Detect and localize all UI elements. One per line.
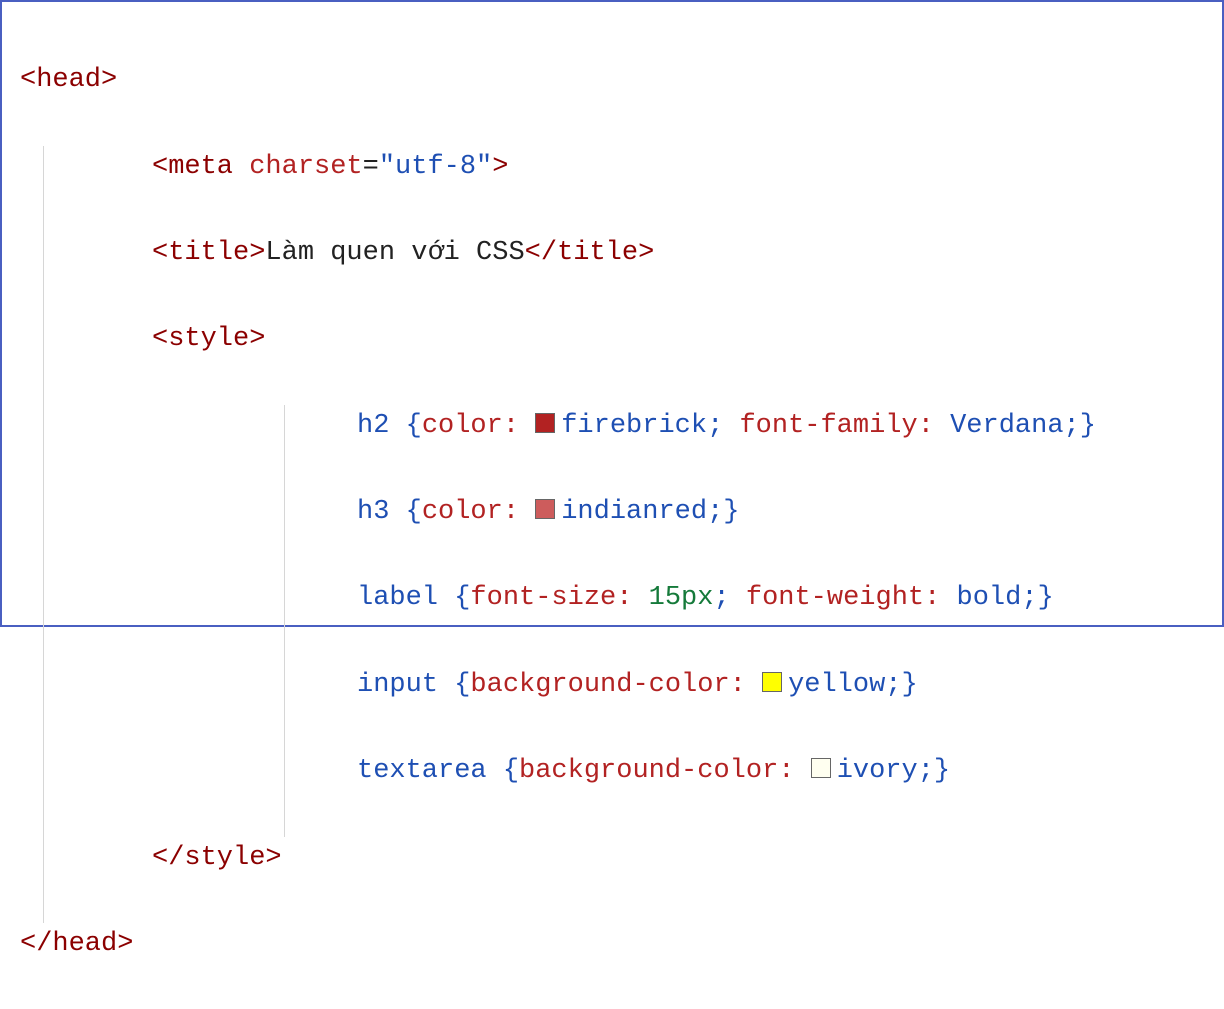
- bracket: >: [101, 65, 117, 95]
- color-swatch-icon: [811, 758, 831, 778]
- bracket: >: [117, 929, 133, 959]
- colon: :: [503, 497, 535, 527]
- css-value: firebrick: [561, 411, 707, 441]
- indent-block-1: <meta charset="utf-8"> <title>Làm quen v…: [43, 146, 1204, 923]
- brace: {: [406, 411, 422, 441]
- semicolon: ;: [1021, 583, 1037, 613]
- code-line-rule-h3: h3 {color: indianred;}: [285, 491, 1204, 534]
- colon: :: [918, 411, 950, 441]
- color-swatch-icon: [762, 672, 782, 692]
- css-selector: h2: [357, 411, 406, 441]
- tag-name: meta: [168, 152, 233, 182]
- colon: :: [924, 583, 956, 613]
- code-line-rule-h2: h2 {color: firebrick; font-family: Verda…: [285, 405, 1204, 448]
- bracket: >: [249, 238, 265, 268]
- code-line-style-open: <style>: [152, 318, 1204, 361]
- brace: {: [503, 756, 519, 786]
- colon: :: [730, 670, 762, 700]
- brace: }: [723, 497, 739, 527]
- tag-name: head: [36, 65, 101, 95]
- css-property: font-weight: [746, 583, 924, 613]
- brace: }: [902, 670, 918, 700]
- bracket: </: [152, 843, 184, 873]
- brace: {: [454, 670, 470, 700]
- space: [730, 583, 746, 613]
- code-line-style-close: </style>: [152, 837, 1204, 880]
- bracket: </: [20, 929, 52, 959]
- css-property: background-color: [470, 670, 729, 700]
- tag-name: title: [168, 238, 249, 268]
- attr-name: charset: [249, 152, 362, 182]
- css-value: 15px: [649, 583, 714, 613]
- css-selector: textarea: [357, 756, 503, 786]
- css-property: font-size: [470, 583, 616, 613]
- bracket: <: [152, 152, 168, 182]
- brace: {: [454, 583, 470, 613]
- bracket: <: [20, 65, 36, 95]
- bracket: <: [152, 324, 168, 354]
- code-line-rule-input: input {background-color: yellow;}: [285, 664, 1204, 707]
- semicolon: ;: [707, 497, 723, 527]
- color-swatch-icon: [535, 413, 555, 433]
- css-property: background-color: [519, 756, 778, 786]
- css-value: Verdana: [950, 411, 1063, 441]
- semicolon: ;: [885, 670, 901, 700]
- indent-block-2: h2 {color: firebrick; font-family: Verda…: [284, 405, 1204, 837]
- space: [723, 411, 739, 441]
- bracket: >: [265, 843, 281, 873]
- brace: }: [934, 756, 950, 786]
- semicolon: ;: [918, 756, 934, 786]
- tag-name: title: [557, 238, 638, 268]
- tag-name: head: [52, 929, 117, 959]
- semicolon: ;: [1064, 411, 1080, 441]
- css-value: ivory: [837, 756, 918, 786]
- css-property: color: [422, 497, 503, 527]
- space: [233, 152, 249, 182]
- bracket: >: [638, 238, 654, 268]
- code-line-rule-textarea: textarea {background-color: ivory;}: [285, 750, 1204, 793]
- colon: :: [778, 756, 810, 786]
- brace: }: [1080, 411, 1096, 441]
- title-text: Làm quen với CSS: [265, 238, 524, 268]
- color-swatch-icon: [535, 499, 555, 519]
- bracket: >: [249, 324, 265, 354]
- css-value: bold: [957, 583, 1022, 613]
- code-line-meta: <meta charset="utf-8">: [152, 146, 1204, 189]
- code-block: <head> <meta charset="utf-8"> <title>Làm…: [0, 0, 1224, 627]
- code-line-title: <title>Làm quen với CSS</title>: [152, 232, 1204, 275]
- css-value: indianred: [561, 497, 707, 527]
- brace: {: [406, 497, 422, 527]
- colon: :: [503, 411, 535, 441]
- css-value: yellow: [788, 670, 885, 700]
- bracket: <: [152, 238, 168, 268]
- semicolon: ;: [713, 583, 729, 613]
- bracket: </: [525, 238, 557, 268]
- css-property: font-family: [739, 411, 917, 441]
- css-selector: h3: [357, 497, 406, 527]
- colon: :: [616, 583, 648, 613]
- brace: }: [1038, 583, 1054, 613]
- code-line-head-open: <head>: [20, 59, 1204, 102]
- equals: =: [363, 152, 379, 182]
- css-selector: label: [357, 583, 454, 613]
- bracket: >: [492, 152, 508, 182]
- css-selector: input: [357, 670, 454, 700]
- css-property: color: [422, 411, 503, 441]
- tag-name: style: [184, 843, 265, 873]
- tag-name: style: [168, 324, 249, 354]
- attr-value: "utf-8": [379, 152, 492, 182]
- code-line-head-close: </head>: [20, 923, 1204, 966]
- code-line-rule-label: label {font-size: 15px; font-weight: bol…: [285, 577, 1204, 620]
- semicolon: ;: [707, 411, 723, 441]
